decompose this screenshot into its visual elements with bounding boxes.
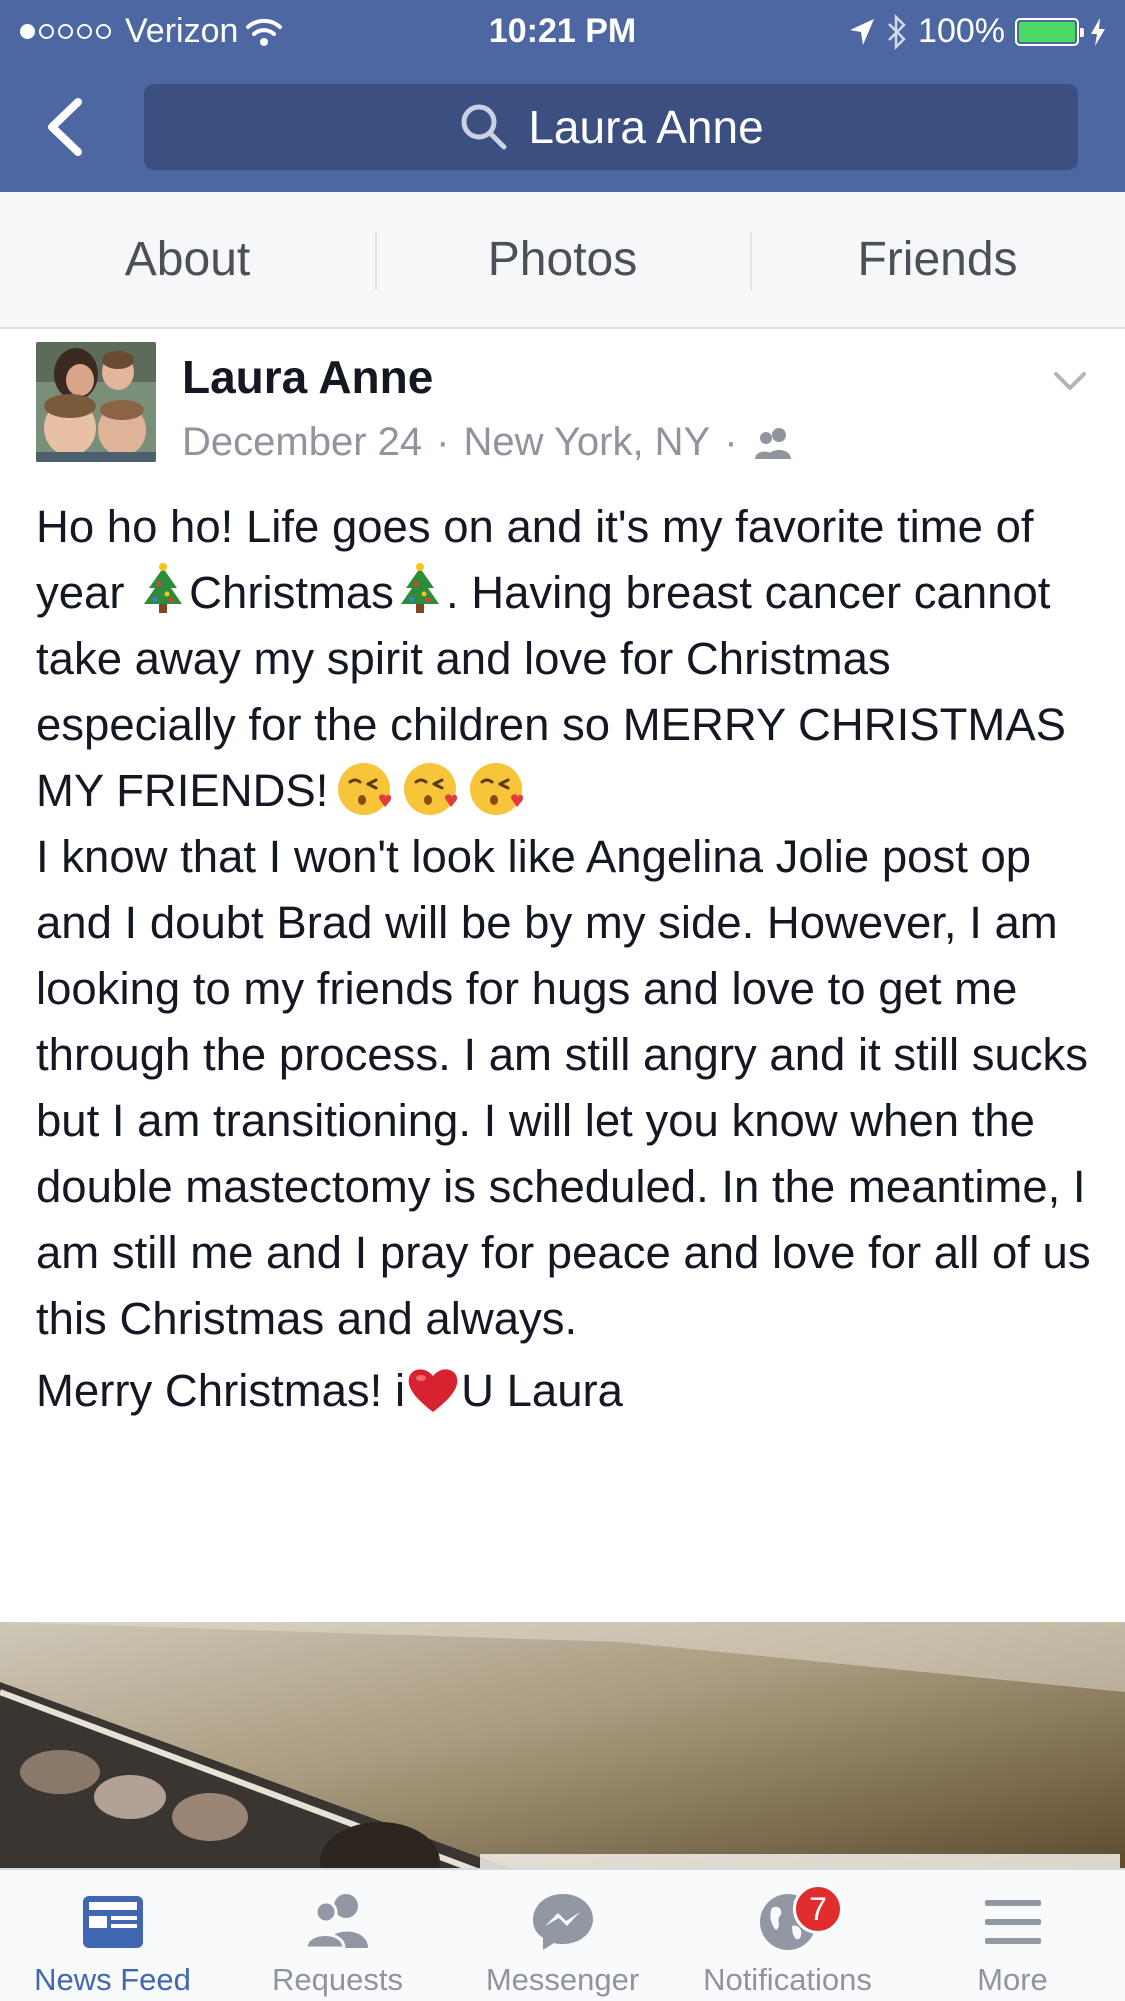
charging-bolt-icon: [1091, 17, 1105, 46]
meta-separator: ·: [436, 420, 450, 464]
search-query-text: Laura Anne: [528, 101, 764, 153]
post-text-segment: Merry Christmas! i: [36, 1365, 406, 1416]
search-bar[interactable]: Laura Anne: [144, 84, 1078, 170]
red-heart-emoji-icon: [408, 1369, 458, 1412]
post-text-segment: U Laura: [461, 1365, 623, 1416]
post-paragraph-2: I know that I won't look like Angelina J…: [36, 831, 1091, 1344]
news-feed-tab[interactable]: News Feed: [0, 1870, 225, 2001]
face-blowing-kiss-emoji-icon: [404, 763, 458, 815]
tab-about[interactable]: About: [0, 192, 375, 327]
post-options-button[interactable]: [1050, 362, 1090, 402]
tab-friends[interactable]: Friends: [750, 192, 1125, 327]
post-author-name[interactable]: Laura Anne: [182, 350, 433, 404]
more-tab[interactable]: More: [900, 1870, 1125, 2001]
back-button[interactable]: [40, 92, 92, 162]
news-feed-icon: [82, 1896, 143, 1948]
christmas-tree-emoji-icon: [144, 563, 183, 613]
avatar[interactable]: [36, 342, 156, 462]
post-text: Ho ho ho! Life goes on and it's my favor…: [36, 494, 1096, 1424]
messenger-tab[interactable]: Messenger: [450, 1870, 675, 2001]
battery-percent: 100%: [918, 12, 1005, 50]
friend-requests-icon: [303, 1894, 368, 1950]
notifications-badge: 7: [793, 1884, 843, 1934]
bluetooth-icon: [888, 13, 906, 50]
profile-photo: [36, 342, 156, 462]
chevron-down-icon: [1054, 372, 1086, 390]
post-header: Laura Anne December 24 · New York, NY ·: [36, 342, 1096, 464]
meta-separator: ·: [724, 420, 738, 464]
battery-icon: [1015, 17, 1084, 46]
tab-photos[interactable]: Photos: [375, 192, 750, 327]
search-icon: [461, 104, 507, 150]
post-paragraph-3: Merry Christmas! i U Laura: [36, 1358, 1096, 1424]
status-right: 100%: [848, 12, 1107, 51]
christmas-tree-emoji-icon: [400, 563, 439, 613]
friends-audience-icon[interactable]: [752, 426, 794, 460]
top-navigation-bar: Verizon 10:21 PM 100% Laura Anne: [0, 0, 1125, 192]
post-date[interactable]: December 24: [182, 420, 422, 465]
news-feed-label: News Feed: [34, 1962, 191, 1997]
post-photo[interactable]: [0, 1622, 1125, 1872]
post-paragraph-1: Ho ho ho! Life goes on and it's my favor…: [36, 494, 1096, 824]
more-label: More: [977, 1962, 1048, 1997]
messenger-label: Messenger: [485, 1962, 640, 1997]
profile-tabs: About Photos Friends: [0, 192, 1125, 329]
post-photo-image: [0, 1622, 1125, 1872]
messenger-icon: [532, 1894, 593, 1950]
status-bar: Verizon 10:21 PM 100%: [0, 0, 1125, 62]
notifications-tab[interactable]: 7 Notifications: [675, 1870, 900, 2001]
face-blowing-kiss-emoji-icon: [338, 763, 392, 815]
location-arrow-icon: [850, 18, 875, 45]
post-location[interactable]: New York, NY: [463, 420, 710, 465]
requests-label: Requests: [272, 1962, 403, 1997]
bottom-tab-bar: News Feed Requests Messenger 7 Notificat…: [0, 1868, 1125, 2001]
requests-tab[interactable]: Requests: [225, 1870, 450, 2001]
post-text-segment: Christmas: [189, 567, 394, 618]
face-blowing-kiss-emoji-icon: [470, 763, 524, 815]
post-meta: December 24 · New York, NY ·: [182, 420, 794, 465]
notifications-label: Notifications: [703, 1962, 872, 1997]
back-chevron-icon: [48, 98, 82, 156]
menu-icon: [984, 1900, 1041, 1944]
